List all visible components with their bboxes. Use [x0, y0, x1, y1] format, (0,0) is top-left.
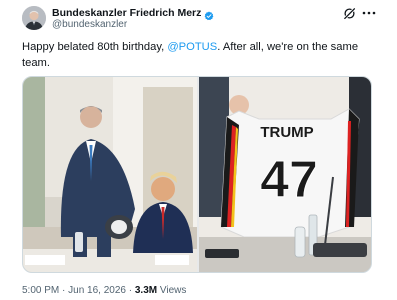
grok-icon[interactable] [343, 7, 356, 20]
jersey-number-text: 47 [260, 151, 318, 209]
tweet-text-start: Happy belated 80th birthday, [22, 41, 168, 53]
views-label: Views [157, 285, 187, 296]
author-display-name[interactable]: Bundeskanzler Friedrich Merz [52, 7, 201, 19]
tweet-time[interactable]: 5:00 PM [22, 285, 59, 296]
meta-separator: · [125, 285, 135, 296]
avatar-photo [22, 6, 46, 30]
tweet-text: Happy belated 80th birthday, @POTUS. Aft… [22, 39, 362, 71]
tweet-header: Bundeskanzler Friedrich Merz @bundeskanz… [22, 4, 378, 32]
views-count: 3.3M [134, 285, 158, 296]
jersey-name-text: TRUMP [260, 124, 313, 141]
more-options-icon[interactable] [362, 6, 376, 20]
verified-badge-icon [204, 8, 214, 20]
author-avatar[interactable] [22, 6, 46, 30]
mention-link[interactable]: @POTUS [167, 41, 217, 53]
tweet-meta: 5:00 PM · Jun 16, 2026 · 3.3M Views [22, 285, 186, 296]
tweet-date[interactable]: Jun 16, 2026 [68, 285, 126, 296]
author-name-row: Bundeskanzler Friedrich Merz [52, 6, 214, 20]
meta-separator: · [59, 285, 69, 296]
author-handle[interactable]: @bundeskanzler [52, 19, 127, 30]
photo-jersey[interactable]: TRUMP 47 [199, 77, 371, 272]
photo-meeting[interactable] [23, 77, 197, 272]
media-grid: TRUMP 47 [22, 76, 372, 273]
